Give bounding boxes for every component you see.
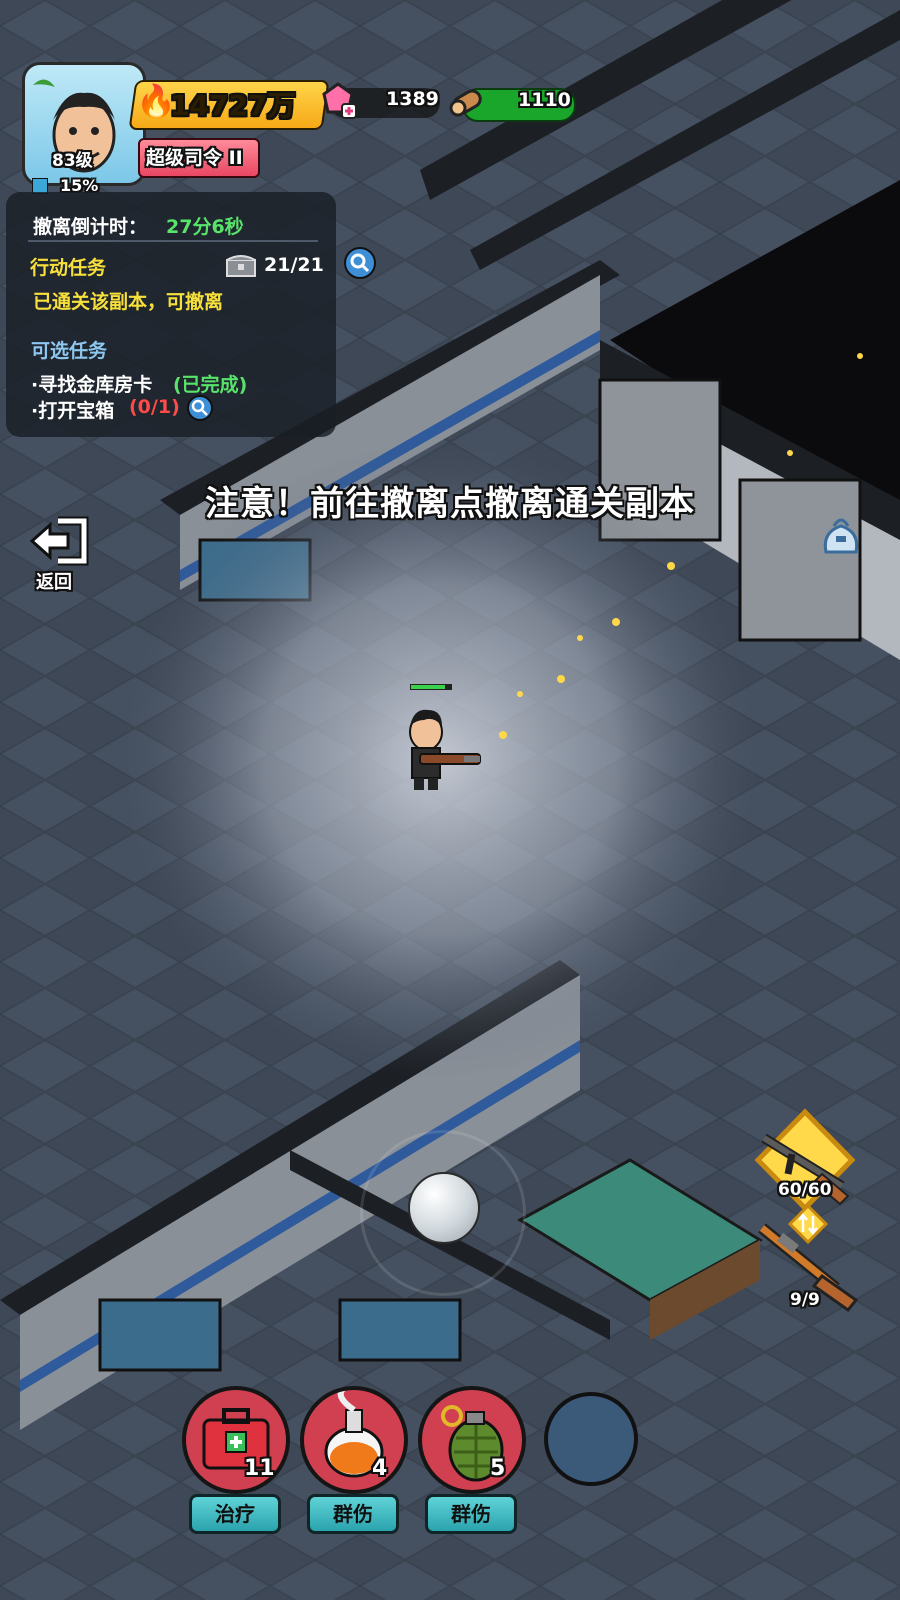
rank-title: 超级司令 II [146, 147, 243, 169]
gem-count: 1389 [386, 88, 439, 110]
optional-task-2-progress: (0/1) [129, 396, 180, 418]
skill-heal-count: 11 [244, 1456, 275, 1481]
gem-plus-icon[interactable] [318, 80, 358, 120]
back-label: 返回 [36, 572, 72, 593]
back-arrow-icon[interactable] [28, 515, 92, 567]
primary-ammo: 60/60 [778, 1180, 832, 1200]
optional-task-1-status: (已完成) [173, 374, 248, 396]
panel-divider [28, 240, 318, 242]
player-character [409, 684, 481, 790]
wood-log-icon [449, 89, 482, 117]
evac-countdown-time: 27分6秒 [166, 216, 244, 238]
treasure-chest-icon [226, 255, 256, 277]
optional-task-2: ·打开宝箱 [31, 400, 115, 422]
skill-aoe-1-count: 4 [372, 1456, 388, 1481]
skill-empty-slot[interactable] [544, 1392, 638, 1486]
skill-aoe-2-label[interactable]: 群伤 [425, 1494, 517, 1534]
search-icon[interactable] [344, 247, 376, 279]
optional-task-title: 可选任务 [31, 340, 108, 362]
backpack-icon[interactable] [818, 512, 864, 556]
skill-aoe-1-label[interactable]: 群伤 [307, 1494, 399, 1534]
evac-notice: 注意！前往撤离点撤离通关副本 [205, 484, 695, 524]
action-task-status: 已通关该副本，可撤离 [33, 291, 224, 313]
joystick-knob[interactable] [408, 1172, 480, 1244]
fire-bomb-icon [324, 1390, 384, 1478]
skill-heal-label[interactable]: 治疗 [189, 1494, 281, 1534]
grenade-icon [441, 1405, 504, 1482]
evac-countdown-label: 撤离倒计时： [33, 216, 148, 238]
skill-aoe-2-count: 5 [490, 1456, 506, 1481]
skill-aoe-button-2[interactable] [418, 1386, 526, 1494]
action-task-count: 21/21 [264, 254, 324, 276]
search-icon[interactable] [187, 395, 213, 421]
player-level: 83级 [52, 151, 93, 171]
wood-count: 1110 [518, 89, 571, 111]
secondary-ammo: 9/9 [790, 1290, 820, 1310]
action-task-title: 行动任务 [30, 257, 107, 279]
optional-task-1: ·寻找金库房卡 [31, 374, 153, 396]
skill-aoe-button-1[interactable] [300, 1386, 408, 1494]
power-value: 14727万 [170, 89, 296, 122]
